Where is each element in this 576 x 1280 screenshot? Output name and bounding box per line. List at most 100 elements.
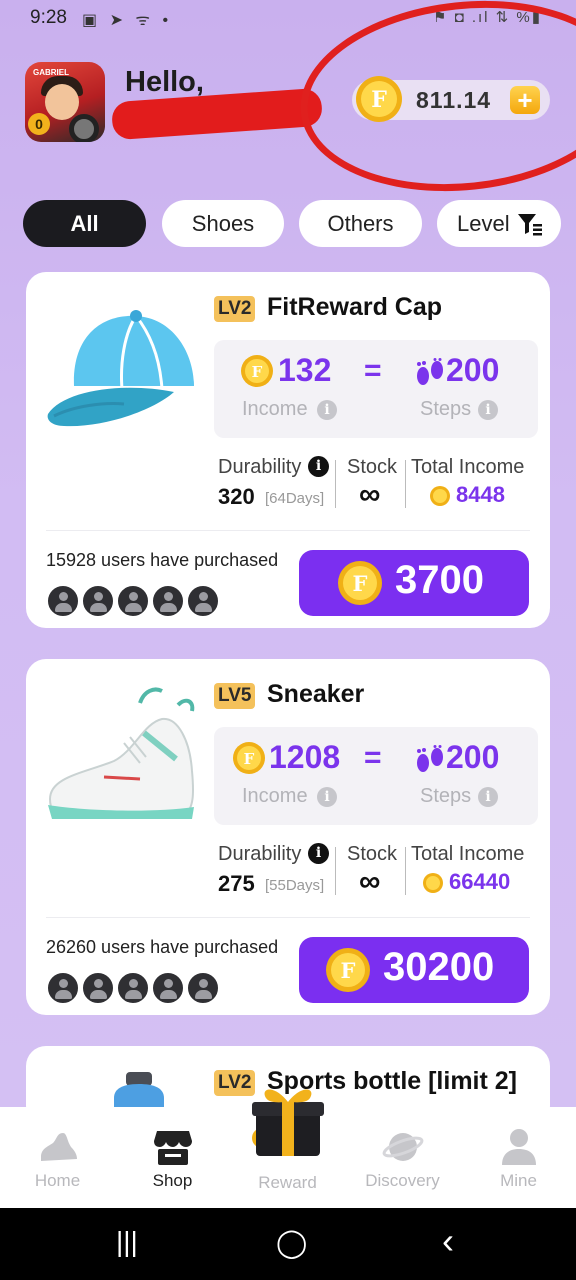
buyer-avatar-icon — [116, 584, 150, 618]
steps-info-icon[interactable]: i — [478, 787, 498, 807]
back-button[interactable]: ‹ — [442, 1220, 454, 1262]
buyer-avatar-icon — [81, 971, 115, 1005]
tab-level-label: Level — [457, 211, 510, 236]
steps-label: Steps — [420, 398, 472, 420]
nav-label: Shop — [152, 1171, 193, 1190]
user-icon — [502, 1129, 536, 1165]
nav-label: Discovery — [365, 1171, 440, 1190]
durability-label: Durability — [218, 456, 302, 478]
cap-image — [47, 310, 194, 427]
total-income-label: Total Income — [411, 456, 525, 478]
price-value: 30200 — [383, 945, 495, 989]
svg-text:F: F — [353, 571, 368, 596]
nav-label: Home — [34, 1171, 81, 1190]
svg-text:F: F — [252, 363, 263, 381]
equals-sign: = — [364, 354, 382, 387]
shop-icon — [154, 1131, 192, 1165]
income-info-icon[interactable]: i — [317, 787, 337, 807]
nav-discovery[interactable]: Discovery — [345, 1107, 460, 1208]
income-steps-box: F 1208 = 200 Income i Steps i — [214, 727, 538, 825]
income-value: 132 — [278, 352, 332, 388]
coin-icon: F — [326, 948, 370, 992]
greeting-text: Hello, — [125, 66, 204, 98]
product-name: FitReward Cap — [267, 293, 443, 321]
durability-info-icon[interactable]: i — [308, 456, 329, 477]
durability-days: [64Days] — [265, 490, 325, 507]
avatar-tag: GABRIEL — [33, 68, 69, 77]
steps-label: Steps — [420, 785, 472, 807]
divider — [405, 847, 406, 895]
price-value: 3700 — [395, 558, 484, 602]
equals-sign: = — [364, 741, 382, 774]
svg-text:F: F — [341, 958, 356, 983]
buyer-avatar-icon — [186, 584, 220, 618]
buyer-avatar-icon — [151, 971, 185, 1005]
nav-mine[interactable]: Mine — [461, 1107, 576, 1208]
gift-box-icon[interactable] — [248, 1078, 328, 1160]
home-button[interactable]: ◯ — [276, 1226, 307, 1259]
steps-info-icon[interactable]: i — [478, 400, 498, 420]
sneaker-image — [48, 687, 195, 819]
total-income-value: 8448 — [456, 482, 505, 507]
planet-icon — [382, 1133, 424, 1161]
coin-icon: F — [241, 355, 273, 387]
product-card[interactable]: LV5 Sneaker F 1208 = 200 Income i Steps … — [26, 659, 550, 1015]
divider — [405, 460, 406, 508]
income-label: Income — [242, 398, 308, 420]
svg-text:F: F — [244, 750, 255, 768]
stock-label: Stock — [347, 456, 398, 478]
level-badge: LV2 — [214, 296, 256, 322]
coin-icon: F — [233, 742, 265, 774]
product-name: Sneaker — [267, 680, 365, 708]
tab-level[interactable]: Level — [437, 200, 561, 247]
nav-label: Reward — [258, 1173, 317, 1192]
tab-all[interactable]: All — [23, 200, 146, 247]
total-income-value: 66440 — [449, 869, 511, 894]
buyer-avatar-icon — [46, 971, 80, 1005]
durability-info-icon[interactable]: i — [308, 843, 329, 864]
buy-button[interactable]: F 30200 — [299, 937, 529, 1003]
divider — [335, 847, 336, 895]
steps-value: 200 — [446, 352, 500, 388]
durability-value: 275 — [218, 871, 255, 896]
avatar-face — [45, 84, 79, 120]
buyer-avatar-icon — [116, 971, 150, 1005]
coin-icon: F — [338, 561, 382, 605]
buyer-avatar-icon — [46, 584, 80, 618]
stock-label: Stock — [347, 843, 398, 865]
product-card[interactable]: LV2 FitReward Cap F 132 = 200 Income i S… — [26, 272, 550, 628]
income-value: 1208 — [269, 739, 341, 775]
buyer-avatar-icon — [81, 584, 115, 618]
total-income-label: Total Income — [411, 843, 525, 865]
status-time: 9:28 — [30, 7, 67, 28]
divider — [46, 530, 530, 531]
tab-others[interactable]: Others — [299, 200, 422, 247]
coin-icon — [423, 873, 443, 893]
buyer-avatar-icon — [186, 971, 220, 1005]
steps-value: 200 — [446, 739, 500, 775]
income-steps-box: F 132 = 200 Income i Steps i — [214, 340, 538, 438]
level-badge: LV5 — [214, 683, 256, 709]
nav-home[interactable]: Home — [0, 1107, 115, 1208]
shoe-icon — [41, 1133, 77, 1161]
divider — [46, 917, 530, 918]
buyer-avatar-icon — [151, 584, 185, 618]
nav-label: Mine — [500, 1171, 537, 1190]
coin-icon — [430, 486, 450, 506]
income-label: Income — [242, 785, 308, 807]
filter-icon — [518, 214, 542, 236]
footprints-icon — [417, 745, 443, 772]
footprints-icon — [417, 358, 443, 385]
status-notification-icons: ▣ ➤ ᯤ • — [82, 12, 173, 29]
avatar-level-badge: 0 — [28, 113, 50, 135]
income-info-icon[interactable]: i — [317, 400, 337, 420]
durability-days: [55Days] — [265, 877, 325, 894]
tab-shoes[interactable]: Shoes — [162, 200, 284, 247]
durability-value: 320 — [218, 484, 255, 509]
buy-button[interactable]: F 3700 — [299, 550, 529, 616]
purchased-count: 15928 users have purchased — [46, 550, 279, 570]
system-nav-bar: ||| ◯ ‹ — [0, 1208, 576, 1280]
avatar-wheel — [69, 114, 99, 142]
recents-button[interactable]: ||| — [116, 1226, 138, 1258]
nav-shop[interactable]: Shop — [115, 1107, 230, 1208]
